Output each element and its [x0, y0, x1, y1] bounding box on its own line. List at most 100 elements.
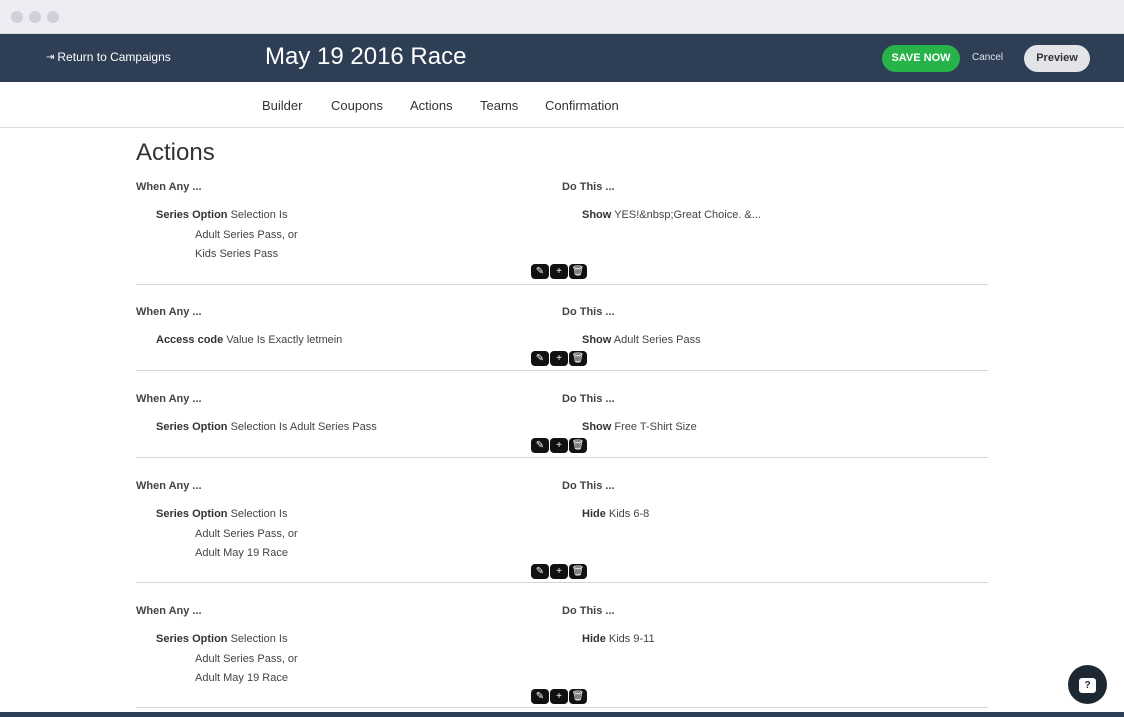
rule-divider	[136, 457, 988, 458]
return-to-campaigns-link[interactable]: ⇥ Return to Campaigns	[46, 50, 171, 64]
condition-operator: Selection Is	[230, 209, 288, 221]
condition-field: Series Option	[156, 508, 228, 520]
add-rule-button[interactable]: +	[550, 351, 568, 366]
rule-divider	[136, 707, 988, 708]
trash-icon: 🗑	[571, 566, 585, 577]
action-verb: Show	[582, 209, 612, 221]
rule-action: Hide Kids 9-11	[582, 630, 655, 650]
rule-condition: Access code Value Is Exactly letmein	[156, 331, 342, 351]
delete-rule-button[interactable]: 🗑	[569, 689, 587, 704]
action-target: Kids 6-8	[608, 508, 650, 520]
do-this-label: Do This ...	[562, 393, 615, 405]
edit-rule-button[interactable]: ✎	[531, 351, 549, 366]
rule-condition: Series Option Selection Is Adult Series P…	[156, 630, 298, 689]
plus-icon: +	[556, 440, 562, 451]
rule-condition: Series Option Selection Is Adult Series P…	[156, 206, 298, 265]
action-verb: Hide	[582, 508, 606, 520]
tab-teams[interactable]: Teams	[480, 98, 518, 113]
when-any-label: When Any ...	[136, 605, 202, 617]
add-rule-button[interactable]: +	[550, 689, 568, 704]
delete-rule-button[interactable]: 🗑	[569, 264, 587, 279]
help-chat-button[interactable]: ?	[1068, 665, 1107, 704]
do-this-label: Do This ...	[562, 181, 615, 193]
delete-rule-button[interactable]: 🗑	[569, 351, 587, 366]
when-any-label: When Any ...	[136, 181, 202, 193]
pencil-icon: ✎	[535, 566, 545, 577]
bottom-bar	[0, 712, 1124, 717]
page-title: Actions	[136, 139, 215, 166]
tab-builder[interactable]: Builder	[262, 98, 302, 113]
condition-operator: Value Is Exactly letmein	[226, 334, 343, 346]
rule-action: Show Adult Series Pass	[582, 331, 701, 351]
tab-coupons[interactable]: Coupons	[331, 98, 383, 113]
edit-rule-button[interactable]: ✎	[531, 564, 549, 579]
pencil-icon: ✎	[535, 266, 545, 277]
chat-help-icon: ?	[1079, 677, 1096, 693]
plus-icon: +	[556, 691, 562, 702]
action-target: Kids 9-11	[608, 633, 655, 645]
rule-action: Show YES!&nbsp;Great Choice. &...	[582, 206, 761, 226]
edit-rule-button[interactable]: ✎	[531, 264, 549, 279]
edit-rule-button[interactable]: ✎	[531, 689, 549, 704]
action-verb: Show	[582, 421, 612, 433]
window-titlebar	[0, 0, 1124, 34]
campaign-title: May 19 2016 Race	[265, 43, 467, 70]
rule-button-group: ✎ + 🗑	[531, 689, 587, 704]
add-rule-button[interactable]: +	[550, 438, 568, 453]
edit-rule-button[interactable]: ✎	[531, 438, 549, 453]
tab-actions[interactable]: Actions	[410, 98, 453, 113]
trash-icon: 🗑	[571, 353, 585, 364]
rule-divider	[136, 284, 988, 285]
delete-rule-button[interactable]: 🗑	[569, 564, 587, 579]
return-label: Return to Campaigns	[57, 50, 171, 64]
rule-action: Hide Kids 6-8	[582, 505, 649, 525]
rule-condition: Series Option Selection Is Adult Series …	[156, 418, 377, 438]
action-target: YES!&nbsp;Great Choice. &...	[614, 209, 761, 221]
action-verb: Hide	[582, 633, 606, 645]
do-this-label: Do This ...	[562, 306, 615, 318]
condition-field: Access code	[156, 334, 224, 346]
condition-option: Adult Series Pass, or	[195, 652, 298, 665]
action-target: Free T-Shirt Size	[614, 421, 697, 433]
condition-field: Series Option	[156, 633, 228, 645]
cancel-link[interactable]: Cancel	[972, 52, 1003, 63]
condition-field: Series Option	[156, 209, 228, 221]
rule-action: Show Free T-Shirt Size	[582, 418, 697, 438]
condition-option: Adult Series Pass, or	[195, 527, 298, 540]
rule-button-group: ✎ + 🗑	[531, 564, 587, 579]
plus-icon: +	[556, 566, 562, 577]
action-verb: Show	[582, 334, 612, 346]
do-this-label: Do This ...	[562, 605, 615, 617]
when-any-label: When Any ...	[136, 480, 202, 492]
rule-button-group: ✎ + 🗑	[531, 438, 587, 453]
action-target: Adult Series Pass	[613, 334, 701, 346]
rule-divider	[136, 370, 988, 371]
tab-confirmation[interactable]: Confirmation	[545, 98, 619, 113]
sign-in-icon: ⇥	[46, 51, 55, 63]
trash-icon: 🗑	[571, 266, 585, 277]
window-minimize-dot[interactable]	[29, 11, 41, 23]
preview-button[interactable]: Preview	[1024, 45, 1090, 72]
condition-operator: Selection Is	[230, 508, 288, 520]
rule-divider	[136, 582, 988, 583]
builder-tabs: Builder Coupons Actions Teams Confirmati…	[0, 82, 1124, 128]
when-any-label: When Any ...	[136, 306, 202, 318]
campaign-header: ⇥ Return to Campaigns May 19 2016 Race S…	[0, 34, 1124, 82]
rule-condition: Series Option Selection Is Adult Series P…	[156, 505, 298, 564]
condition-operator: Selection Is Adult Series Pass	[230, 421, 377, 433]
window-close-dot[interactable]	[11, 11, 23, 23]
window-zoom-dot[interactable]	[47, 11, 59, 23]
add-rule-button[interactable]: +	[550, 264, 568, 279]
do-this-label: Do This ...	[562, 480, 615, 492]
condition-field: Series Option	[156, 421, 228, 433]
save-now-button[interactable]: SAVE NOW	[882, 45, 960, 72]
condition-option: Adult May 19 Race	[195, 672, 288, 684]
condition-option: Kids Series Pass	[195, 248, 279, 260]
trash-icon: 🗑	[571, 691, 585, 702]
rule-button-group: ✎ + 🗑	[531, 351, 587, 366]
delete-rule-button[interactable]: 🗑	[569, 438, 587, 453]
condition-option: Adult Series Pass, or	[195, 228, 298, 241]
pencil-icon: ✎	[535, 440, 545, 451]
when-any-label: When Any ...	[136, 393, 202, 405]
add-rule-button[interactable]: +	[550, 564, 568, 579]
